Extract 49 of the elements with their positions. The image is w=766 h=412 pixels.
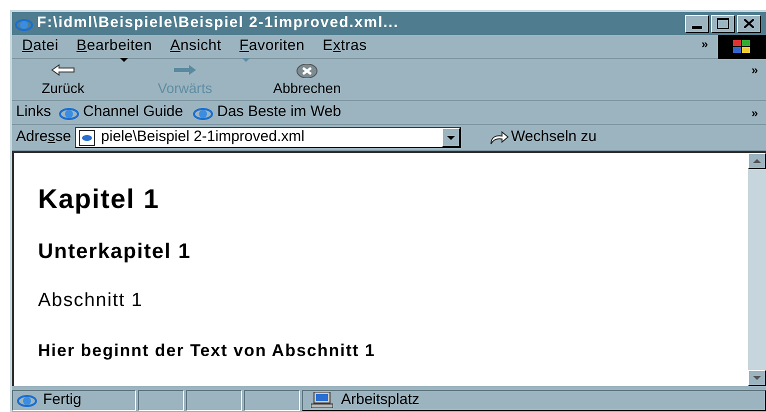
go-button[interactable]: Wechseln zu xyxy=(489,126,597,149)
menu-item[interactable]: Datei xyxy=(16,35,65,58)
stop-icon xyxy=(294,64,320,78)
menu-item[interactable]: Bearbeiten xyxy=(70,35,158,58)
address-value: piele\Beispiel 2-1improved.xml xyxy=(101,127,306,148)
link[interactable]: Das Beste im Web xyxy=(193,101,342,124)
scroll-down-button[interactable] xyxy=(748,370,766,386)
window-title: F:\idml\Beispiele\Beispiel 2-1improved.xml... xyxy=(37,13,400,34)
status-panel xyxy=(138,390,184,410)
section-heading: Abschnitt 1 xyxy=(38,289,143,313)
menu-item[interactable]: Extras xyxy=(316,35,373,58)
caret-icon xyxy=(447,136,456,140)
caret-icon xyxy=(753,376,761,380)
dropdown-button[interactable] xyxy=(442,128,460,147)
links-label: Links xyxy=(16,102,52,122)
menu-item[interactable]: Favoriten xyxy=(233,35,311,58)
link[interactable]: Channel Guide xyxy=(59,101,184,124)
menu-item[interactable]: Ansicht xyxy=(164,35,228,58)
scrollbar[interactable] xyxy=(748,153,766,386)
address-label: Adresse xyxy=(16,127,72,148)
caret-icon xyxy=(120,58,128,62)
caret-icon xyxy=(242,58,250,62)
caret-icon xyxy=(753,159,761,163)
address-field[interactable]: piele\Beispiel 2-1improved.xml xyxy=(75,127,462,148)
close-button[interactable] xyxy=(737,14,761,32)
status-panel xyxy=(244,390,300,410)
computer-icon xyxy=(311,392,333,408)
status-panel: Fertig xyxy=(12,390,136,410)
minimize-button[interactable] xyxy=(685,14,709,32)
heading: Kapitel 1 xyxy=(38,183,160,216)
maximize-icon xyxy=(717,18,729,29)
status-panel xyxy=(186,390,242,410)
close-icon xyxy=(744,19,754,28)
arrow-icon xyxy=(489,130,510,144)
more-chevron[interactable]: » xyxy=(701,34,708,52)
paragraph: Hier beginnt der Text von Abschnitt 1 xyxy=(38,340,376,362)
zone-panel: Arbeitsplatz xyxy=(302,390,766,410)
document-icon xyxy=(79,130,96,146)
toolbar-button[interactable]: Abbrechen xyxy=(266,64,348,96)
minimize-icon xyxy=(692,26,702,28)
subheading: Unterkapitel 1 xyxy=(38,238,191,264)
left-arrow-icon xyxy=(50,64,76,78)
more-chevron[interactable]: » xyxy=(751,61,758,79)
more-chevron[interactable]: » xyxy=(751,104,758,122)
scroll-up-button[interactable] xyxy=(748,153,766,169)
maximize-button[interactable] xyxy=(711,14,735,32)
flag-icon xyxy=(733,40,751,54)
right-arrow-icon xyxy=(172,64,198,78)
toolbar-button[interactable]: Zurück xyxy=(22,64,104,96)
